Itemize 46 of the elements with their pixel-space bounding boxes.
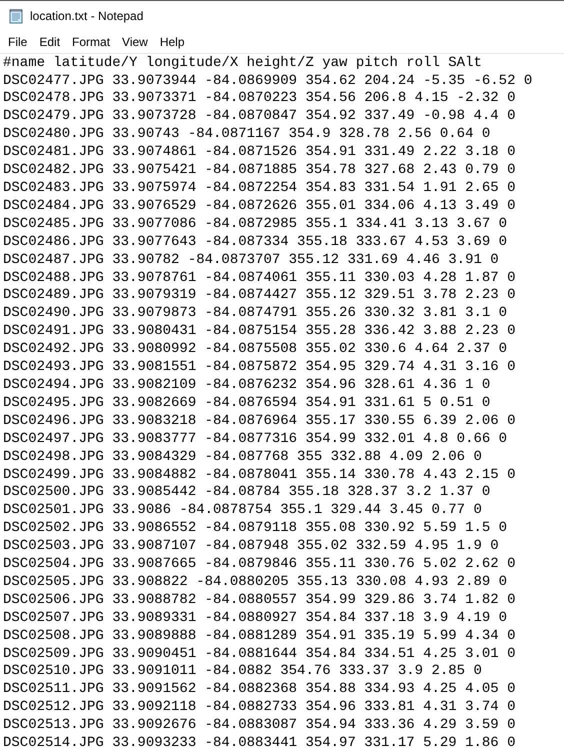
menu-item[interactable]: View	[116, 34, 154, 49]
text-line: DSC02508.JPG 33.9089888 -84.0881289 354.91 335.19 5.99 4.34 0	[3, 628, 516, 646]
text-line: DSC02480.JPG 33.90743 -84.0871167 354.9 328.78 2.56 0.64 0	[3, 126, 490, 144]
text-line: DSC02513.JPG 33.9092676 -84.0883087 354.94 333.36 4.29 3.59 0	[3, 717, 516, 736]
text-line: DSC02509.JPG 33.9090451 -84.0881644 354.84 334.51 4.25 3.01 0	[3, 646, 516, 664]
text-line: DSC02494.JPG 33.9082109 -84.0876232 354.96 328.61 4.36 1 0	[3, 376, 490, 395]
text-line: DSC02481.JPG 33.9074861 -84.0871526 354.91 331.49 2.22 3.18 0	[3, 144, 516, 162]
text-line: DSC02496.JPG 33.9083218 -84.0876964 355.17 330.55 6.39 2.06 0	[3, 412, 516, 431]
text-line: DSC02478.JPG 33.9073371 -84.0870223 354.56 206.8 4.15 -2.32 0	[3, 90, 516, 108]
text-line: DSC02487.JPG 33.90782 -84.0873707 355.12 331.69 4.46 3.91 0	[3, 252, 499, 270]
text-line: DSC02488.JPG 33.9078761 -84.0874061 355.11 330.03 4.28 1.87 0	[3, 270, 516, 288]
text-line: DSC02490.JPG 33.9079873 -84.0874791 355.26 330.32 3.81 3.1 0	[3, 305, 508, 324]
text-line: DSC02511.JPG 33.9091562 -84.0882368 354.88 334.93 4.25 4.05 0	[3, 681, 516, 700]
menu-item[interactable]: File	[2, 34, 34, 49]
text-line: DSC02498.JPG 33.9084329 -84.087768 355 332.88 4.09 2.06 0	[3, 448, 482, 466]
text-line: DSC02502.JPG 33.9086552 -84.0879118 355.08 330.92 5.59 1.5 0	[3, 520, 508, 538]
text-line: DSC02497.JPG 33.9083777 -84.0877316 354.99 332.01 4.8 0.66 0	[3, 430, 508, 449]
menu-item[interactable]: Format	[66, 34, 116, 49]
text-line: DSC02489.JPG 33.9079319 -84.0874427 355.12 329.51 3.78 2.23 0	[3, 287, 516, 306]
text-line: DSC02491.JPG 33.9080431 -84.0875154 355.28 336.42 3.88 2.23 0	[3, 323, 516, 342]
text-line: DSC02507.JPG 33.9089331 -84.0880927 354.84 337.18 3.9 4.19 0	[3, 610, 508, 628]
notepad-icon	[8, 8, 24, 24]
text-line: DSC02514.JPG 33.9093233 -84.0883441 354.97 331.17 5.29 1.86 0	[3, 735, 516, 753]
text-line: DSC02505.JPG 33.908822 -84.0880205 355.13 330.08 4.93 2.89 0	[3, 574, 508, 592]
text-line: DSC02484.JPG 33.9076529 -84.0872626 355.01 334.06 4.13 3.49 0	[3, 198, 516, 216]
text-line: DSC02492.JPG 33.9080992 -84.0875508 355.02 330.6 4.64 2.37 0	[3, 341, 508, 360]
text-line: DSC02512.JPG 33.9092118 -84.0882733 354.96 333.81 4.31 3.74 0	[3, 699, 516, 718]
text-line: DSC02486.JPG 33.9077643 -84.087334 355.18 333.67 4.53 3.69 0	[3, 234, 508, 252]
text-line: DSC02493.JPG 33.9081551 -84.0875872 354.95 329.74 4.31 3.16 0	[3, 359, 516, 377]
text-line: #name latitude/Y longitude/X height/Z yaw pitch roll SAlt	[3, 54, 482, 73]
menu-item[interactable]: Help	[154, 34, 191, 49]
text-line: DSC02501.JPG 33.9086 -84.0878754 355.1 329.44 3.45 0.77 0	[3, 502, 482, 520]
text-line: DSC02499.JPG 33.9084882 -84.0878041 355.14 330.78 4.43 2.15 0	[3, 466, 516, 484]
text-line: DSC02485.JPG 33.9077086 -84.0872985 355.1 334.41 3.13 3.67 0	[3, 216, 508, 234]
text-line: DSC02500.JPG 33.9085442 -84.08784 355.18 328.37 3.2 1.37 0	[3, 484, 490, 502]
window-title: location.txt - Notepad	[30, 9, 144, 24]
text-line: DSC02482.JPG 33.9075421 -84.0871885 354.78 327.68 2.43 0.79 0	[3, 162, 516, 180]
menu-item[interactable]: Edit	[33, 34, 66, 49]
text-line: DSC02504.JPG 33.9087665 -84.0879846 355.11 330.76 5.02 2.62 0	[3, 556, 516, 574]
text-line: DSC02479.JPG 33.9073728 -84.0870847 354.92 337.49 -0.98 4.4 0	[3, 108, 516, 126]
text-line: DSC02495.JPG 33.9082669 -84.0876594 354.91 331.61 5 0.51 0	[3, 394, 490, 413]
text-line: DSC02506.JPG 33.9088782 -84.0880557 354.99 329.86 3.74 1.82 0	[3, 592, 516, 610]
text-line: DSC02483.JPG 33.9075974 -84.0872254 354.83 331.54 1.91 2.65 0	[3, 180, 516, 198]
text-line: DSC02477.JPG 33.9073944 -84.0869909 354.62 204.24 -5.35 -6.52 0	[3, 72, 532, 90]
text-line: DSC02510.JPG 33.9091011 -84.0882 354.76 333.37 3.9 2.85 0	[3, 663, 482, 682]
text-line: DSC02503.JPG 33.9087107 -84.087948 355.02 332.59 4.95 1.9 0	[3, 538, 499, 556]
